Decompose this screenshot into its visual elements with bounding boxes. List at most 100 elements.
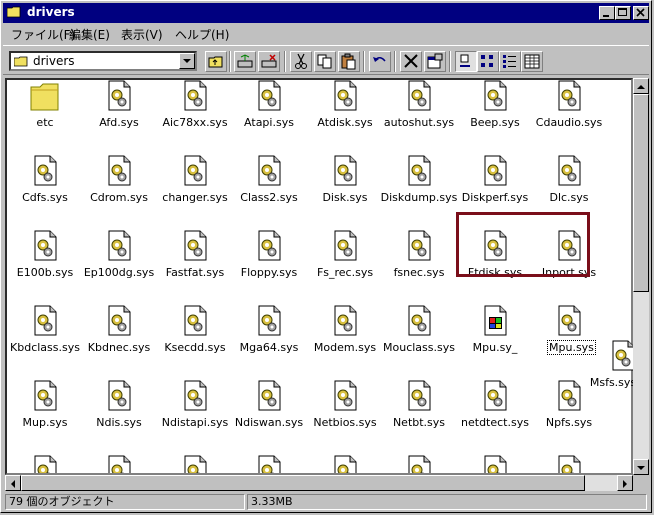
file-item[interactable] xyxy=(379,455,459,473)
address-bar[interactable]: drivers xyxy=(9,51,197,71)
disconnect-drive-button[interactable] xyxy=(258,51,280,72)
file-label: Atapi.sys xyxy=(244,116,294,129)
menu-help[interactable]: ヘルプ(H) xyxy=(175,26,229,43)
file-label: Cdrom.sys xyxy=(90,191,148,204)
system-file-icon xyxy=(258,455,281,473)
vertical-scroll-thumb[interactable] xyxy=(633,94,649,292)
file-item[interactable]: Ndistapi.sys xyxy=(155,380,235,450)
file-item[interactable]: etc xyxy=(7,80,85,150)
file-label: Cdaudio.sys xyxy=(535,116,603,129)
file-item[interactable]: Fastfat.sys xyxy=(155,230,235,300)
file-item[interactable] xyxy=(305,455,385,473)
file-item[interactable]: Atdisk.sys xyxy=(305,80,385,150)
delete-button[interactable] xyxy=(400,51,422,72)
minimize-button[interactable] xyxy=(599,6,615,20)
file-item[interactable]: Cdfs.sys xyxy=(7,155,85,225)
address-value: drivers xyxy=(33,54,75,68)
up-folder-button[interactable] xyxy=(205,51,227,72)
status-bar: 79 個のオブジェクト 3.33MB xyxy=(3,493,649,511)
delete-icon xyxy=(404,54,418,68)
system-file-icon xyxy=(108,305,131,336)
file-item[interactable]: Mga64.sys xyxy=(229,305,309,375)
file-item[interactable]: Ksecdd.sys xyxy=(155,305,235,375)
file-item[interactable] xyxy=(155,455,235,473)
file-item[interactable]: E100b.sys xyxy=(7,230,85,300)
file-item[interactable]: Mup.sys xyxy=(7,380,85,450)
properties-button[interactable] xyxy=(424,51,446,72)
map-drive-button[interactable] xyxy=(234,51,256,72)
system-file-icon xyxy=(258,80,281,111)
file-item[interactable] xyxy=(79,455,159,473)
close-button[interactable] xyxy=(633,6,649,20)
arrow-left-icon xyxy=(11,480,15,488)
file-label: Netbt.sys xyxy=(392,416,446,429)
file-item[interactable] xyxy=(7,455,85,473)
system-file-icon xyxy=(108,155,131,186)
file-label: Class2.sys xyxy=(240,191,298,204)
title-bar[interactable]: drivers xyxy=(3,3,649,23)
maximize-button[interactable] xyxy=(615,6,631,20)
file-item[interactable]: Mpu.sy_ xyxy=(455,305,535,375)
horizontal-scroll-thumb[interactable] xyxy=(21,475,585,491)
file-item[interactable]: Class2.sys xyxy=(229,155,309,225)
file-item[interactable]: autoshut.sys xyxy=(379,80,459,150)
small-icons-button[interactable] xyxy=(477,51,499,72)
arrow-up-icon xyxy=(637,85,645,89)
file-item[interactable]: Disk.sys xyxy=(305,155,385,225)
toolbar-separator xyxy=(363,51,365,72)
file-item[interactable]: Modem.sys xyxy=(305,305,385,375)
file-item[interactable]: Fs_rec.sys xyxy=(305,230,385,300)
paste-button[interactable] xyxy=(338,51,360,72)
horizontal-scrollbar[interactable] xyxy=(5,475,633,491)
file-item[interactable] xyxy=(229,455,309,473)
undo-button[interactable] xyxy=(369,51,391,72)
file-item[interactable]: Floppy.sys xyxy=(229,230,309,300)
menu-file[interactable]: ファイル(F) xyxy=(11,26,75,43)
file-item[interactable]: Cdaudio.sys xyxy=(529,80,609,150)
file-label: Diskperf.sys xyxy=(461,191,529,204)
file-item[interactable] xyxy=(529,455,609,473)
large-icons-button[interactable] xyxy=(455,51,477,72)
cut-button[interactable] xyxy=(290,51,312,72)
file-item[interactable]: Beep.sys xyxy=(455,80,535,150)
file-item[interactable]: Mouclass.sys xyxy=(379,305,459,375)
system-file-icon xyxy=(184,455,207,473)
list-view-button[interactable] xyxy=(499,51,521,72)
file-label: Dlc.sys xyxy=(549,191,589,204)
scroll-right-button[interactable] xyxy=(617,475,633,491)
system-file-icon xyxy=(34,455,57,473)
file-item[interactable]: changer.sys xyxy=(155,155,235,225)
system-file-icon xyxy=(258,230,281,261)
file-label: Npfs.sys xyxy=(545,416,593,429)
vertical-scrollbar[interactable] xyxy=(633,78,649,475)
toolbar: drivers xyxy=(3,45,649,75)
details-view-button[interactable] xyxy=(521,51,543,72)
address-dropdown-button[interactable] xyxy=(179,53,195,69)
scroll-left-button[interactable] xyxy=(5,475,21,491)
file-item[interactable]: netdtect.sys xyxy=(455,380,535,450)
file-item[interactable]: Netbt.sys xyxy=(379,380,459,450)
scroll-down-button[interactable] xyxy=(633,459,649,475)
file-item[interactable]: Ep100dg.sys xyxy=(79,230,159,300)
file-item[interactable]: Netbios.sys xyxy=(305,380,385,450)
file-label: Mga64.sys xyxy=(239,341,299,354)
file-item[interactable]: Ndiswan.sys xyxy=(229,380,309,450)
system-file-icon xyxy=(408,380,431,411)
file-item[interactable] xyxy=(455,455,535,473)
file-item[interactable]: Aic78xx.sys xyxy=(155,80,235,150)
menu-view[interactable]: 表示(V) xyxy=(121,26,163,43)
system-file-icon xyxy=(484,80,507,111)
file-item[interactable]: Kbdnec.sys xyxy=(79,305,159,375)
copy-button[interactable] xyxy=(314,51,336,72)
file-item[interactable]: Kbdclass.sys xyxy=(7,305,85,375)
system-file-icon xyxy=(408,455,431,473)
scroll-up-button[interactable] xyxy=(633,78,649,94)
file-item[interactable]: Cdrom.sys xyxy=(79,155,159,225)
file-item[interactable]: Atapi.sys xyxy=(229,80,309,150)
file-item[interactable]: Ndis.sys xyxy=(79,380,159,450)
file-item[interactable]: fsnec.sys xyxy=(379,230,459,300)
file-label: Modem.sys xyxy=(313,341,377,354)
file-item[interactable]: Afd.sys xyxy=(79,80,159,150)
file-item[interactable]: Diskdump.sys xyxy=(379,155,459,225)
menu-edit[interactable]: 編集(E) xyxy=(69,26,110,43)
